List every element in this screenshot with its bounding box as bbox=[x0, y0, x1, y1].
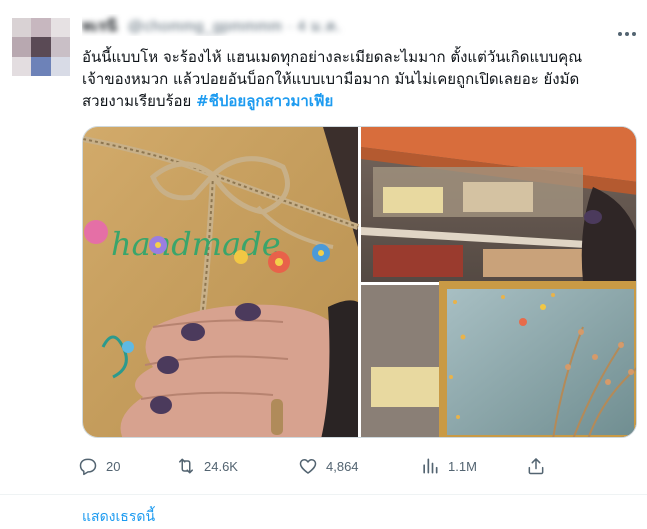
tweet-text-tail: สวยงามเรียบร้อย bbox=[82, 92, 197, 110]
show-thread-link[interactable]: แสดงเธรดนี้ bbox=[82, 506, 155, 528]
avatar[interactable] bbox=[12, 18, 70, 76]
hashtag-link[interactable]: #ชีปอยลูกสาวมาเฟีย bbox=[196, 92, 333, 110]
tweet-text-line: อันนี้แบบโห จะร้องไห้ แฮนเมดทุกอย่างละเม… bbox=[82, 48, 583, 66]
reply-icon bbox=[79, 458, 97, 476]
reply-button[interactable]: 20 bbox=[78, 452, 120, 480]
author-handle[interactable]: @chommg_gpmmmm · 4 ม.ค. bbox=[128, 14, 341, 36]
tweet-header: ทเรนี @chommg_gpmmmm · 4 ม.ค. bbox=[82, 14, 582, 36]
media-grid[interactable]: handmade L bbox=[82, 126, 637, 438]
retweet-button[interactable]: 24.6K bbox=[176, 452, 238, 480]
more-button[interactable] bbox=[614, 24, 640, 44]
photo-gift-box[interactable]: handmade L bbox=[83, 127, 359, 438]
share-icon bbox=[528, 458, 544, 475]
tweet-text-line-last: สวยงามเรียบร้อย #ชีปอยลูกสาวมาเฟีย bbox=[82, 90, 637, 112]
heart-icon bbox=[299, 459, 317, 474]
views-chart-icon bbox=[423, 458, 438, 474]
photo-shelf-top[interactable] bbox=[361, 127, 637, 282]
tweet-actions: 20 24.6K 4,864 1.1M bbox=[78, 452, 558, 480]
tweet[interactable]: ทเรนี @chommg_gpmmmm · 4 ม.ค. อันนี้แบบโ… bbox=[0, 0, 647, 529]
like-button[interactable]: 4,864 bbox=[298, 452, 359, 480]
retweet-count: 24.6K bbox=[204, 458, 238, 474]
author-name[interactable]: ทเรนี bbox=[82, 14, 117, 36]
reply-count: 20 bbox=[106, 458, 121, 474]
share-button[interactable] bbox=[526, 452, 546, 480]
tweet-text-line: เจ้าของหมวก แล้วปอยอันบ็อกให้แบบเบามือมา… bbox=[82, 70, 580, 88]
retweet-icon bbox=[179, 458, 193, 474]
like-count: 4,864 bbox=[326, 458, 359, 474]
views-button[interactable]: 1.1M bbox=[420, 452, 477, 480]
tweet-text: อันนี้แบบโห จะร้องไห้ แฮนเมดทุกอย่างละเม… bbox=[82, 46, 637, 112]
views-count: 1.1M bbox=[448, 458, 477, 474]
gift-lettering: handmade bbox=[111, 225, 281, 263]
photo-resin-panel[interactable] bbox=[361, 281, 637, 438]
more-horizontal-icon bbox=[618, 32, 636, 36]
divider bbox=[0, 494, 647, 495]
